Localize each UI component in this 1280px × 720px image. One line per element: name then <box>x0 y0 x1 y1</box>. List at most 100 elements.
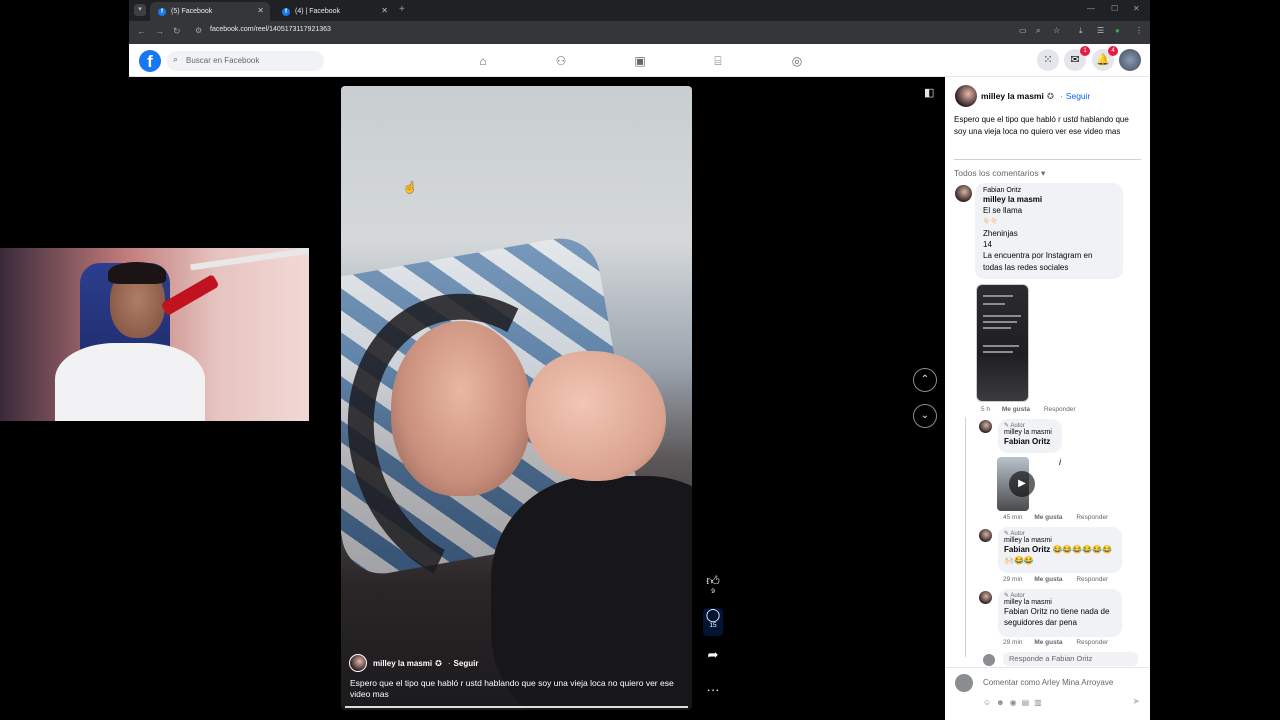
comment-input[interactable]: Comentar como Arley Mina Arroyave <box>983 678 1113 687</box>
reply-video-thumbnail[interactable]: ▶ <box>997 457 1035 511</box>
sticker-icon[interactable]: ▥ <box>1034 698 1047 707</box>
close-tab-icon[interactable]: ✕ <box>257 6 264 15</box>
emoji-icon[interactable]: ☻ <box>996 698 1009 707</box>
reply-text-2: 🙌🏻😂😂 <box>1004 556 1034 566</box>
reply-reply-link[interactable]: Responder <box>1076 576 1108 583</box>
reel-follow-link[interactable]: Seguir <box>454 659 479 668</box>
marketplace-icon[interactable]: ⌸ <box>710 53 726 69</box>
more-options-button[interactable]: ··· <box>703 683 723 697</box>
reply-text: Fabian Oritz 😂😂😂😂😂😂 <box>1004 545 1113 554</box>
author-tag: ✎ Autor <box>1004 423 1025 429</box>
comment-meta: 5 h Me gusta Responder <box>981 406 1076 413</box>
back-icon[interactable]: ← <box>137 26 146 36</box>
reply-like-link[interactable]: Me gusta <box>1034 576 1062 583</box>
video-hand <box>526 351 666 481</box>
tab-facebook-2[interactable]: f (4) | Facebook ✕ <box>274 2 394 21</box>
commenter-avatar[interactable] <box>979 420 992 433</box>
camera-icon[interactable]: ◉ <box>1010 698 1022 707</box>
comment-author[interactable]: Fabian Oritz <box>983 187 1115 194</box>
reply-author[interactable]: milley la masmi <box>1004 599 1116 606</box>
commenter-avatar[interactable] <box>955 185 972 202</box>
panel-author[interactable]: milley la masmi ✪ · Seguir <box>955 85 1090 107</box>
new-tab-icon[interactable]: + <box>399 4 405 15</box>
reply-input[interactable]: Responde a Fabian Oritz <box>1003 652 1138 666</box>
reel-author-name[interactable]: milley la masmi <box>373 659 432 668</box>
account-avatar[interactable] <box>1119 49 1141 71</box>
reply-meta: 29 min Me gusta Responder <box>1003 576 1108 583</box>
download-icon[interactable]: ⤓ <box>1079 26 1083 36</box>
close-window-icon[interactable]: ✕ <box>1133 4 1140 13</box>
reel-caption: Espero que el tipo que habló r ustd habl… <box>350 678 674 699</box>
comment-mention[interactable]: milley la masmi <box>983 194 1115 205</box>
cast-icon[interactable]: ▭ <box>1019 26 1027 35</box>
tab-facebook-active[interactable]: f (5) Facebook ✕ <box>150 2 270 21</box>
maximize-icon[interactable]: ☐ <box>1111 4 1118 13</box>
reel-author-avatar[interactable] <box>349 654 367 672</box>
groups-icon[interactable]: ◎ <box>789 53 805 69</box>
caret-down-icon: ▾ <box>1040 168 1046 178</box>
url-field[interactable]: facebook.com/reel/1405173117921363 <box>210 26 331 33</box>
reply-author[interactable]: milley la masmi <box>1004 537 1116 544</box>
profile-icon[interactable]: ● <box>1115 26 1120 35</box>
search-input[interactable]: ⌕ Buscar en Facebook <box>167 51 324 71</box>
friends-icon[interactable]: ⚇ <box>553 53 569 69</box>
gif-icon[interactable]: ▤ <box>1022 698 1035 707</box>
reply-mention[interactable]: Fabian Oritz <box>1004 436 1056 447</box>
panel-author-avatar[interactable] <box>955 85 977 107</box>
reel-author[interactable]: milley la masmi ✪ · Seguir <box>349 654 679 672</box>
previous-reel-button[interactable]: ⌃ <box>913 368 937 392</box>
all-comments-label: Todos los comentarios <box>954 168 1039 178</box>
verified-icon: ✪ <box>1046 90 1054 101</box>
close-tab-icon[interactable]: ✕ <box>381 6 388 15</box>
video-progress-bar[interactable] <box>345 706 688 708</box>
reply-reply-link[interactable]: Responder <box>1076 639 1108 646</box>
site-info-icon[interactable]: ⚙ <box>195 26 202 35</box>
panel-follow-link[interactable]: Seguir <box>1066 91 1091 101</box>
tab-search-icon[interactable]: ▾ <box>134 4 146 16</box>
reel-video[interactable]: ☝ milley la masmi ✪ · Seguir Espero que … <box>341 86 692 710</box>
reply-time: 45 min <box>1003 514 1023 521</box>
info-icon[interactable]: i <box>1059 457 1061 467</box>
comment-line: La encuentra por Instagram en <box>983 251 1093 261</box>
play-icon[interactable]: ▶ <box>1009 471 1035 497</box>
reply-text-2: seguidores dar pena <box>1004 618 1077 628</box>
panel-author-name[interactable]: milley la masmi <box>981 91 1044 101</box>
facebook-logo[interactable]: f <box>139 50 161 72</box>
menu-dots-icon[interactable]: ⋮ <box>1135 26 1143 35</box>
notifications-bell-icon[interactable]: 🔔 4 <box>1092 46 1118 71</box>
extensions-icon[interactable]: ☰ <box>1097 26 1104 35</box>
commenter-avatar[interactable] <box>979 591 992 604</box>
share-button[interactable]: ➦ <box>703 648 723 662</box>
tab-bar: ▾ f (5) Facebook ✕ f (4) | Facebook ✕ + … <box>129 0 1150 21</box>
comment-line: Zheninjas <box>983 228 1018 238</box>
send-icon[interactable]: ➤ <box>1132 696 1140 707</box>
zoom-icon[interactable]: ⌕ <box>1036 26 1040 36</box>
bookmark-star-icon[interactable]: ☆ <box>1053 26 1060 35</box>
all-comments-dropdown[interactable]: Todos los comentarios ▾ <box>954 168 1045 179</box>
commenter-avatar[interactable] <box>979 529 992 542</box>
next-reel-button[interactable]: ⌄ <box>913 404 937 428</box>
home-icon[interactable]: ⌂ <box>475 53 491 69</box>
menu-grid-icon[interactable]: ⁙ <box>1037 49 1059 71</box>
comment-reply-link[interactable]: Responder <box>1044 406 1076 413</box>
facebook-favicon-icon: f <box>282 7 290 16</box>
video-icon[interactable]: ▣ <box>632 53 648 69</box>
reply-like-link[interactable]: Me gusta <box>1034 514 1062 521</box>
comment-like-link[interactable]: Me gusta <box>1002 406 1030 413</box>
collapse-panel-icon[interactable]: ◧ <box>924 86 934 99</box>
streamer-shirt <box>55 343 205 421</box>
reply-author[interactable]: milley la masmi <box>1004 429 1056 436</box>
avatar-sticker-icon[interactable]: ☺ <box>983 698 996 707</box>
like-button[interactable]: 👍︎ 9 <box>703 574 723 596</box>
author-tag: ✎ Autor <box>1004 531 1025 537</box>
minimize-icon[interactable]: — <box>1087 4 1095 13</box>
messenger-icon[interactable]: ✉ 1 <box>1064 46 1090 71</box>
current-user-avatar <box>955 674 973 692</box>
reload-icon[interactable]: ↻ <box>173 26 181 37</box>
forward-icon[interactable]: → <box>155 26 164 36</box>
tab-label: (4) | Facebook <box>295 8 341 15</box>
reply-reply-link[interactable]: Responder <box>1076 514 1108 521</box>
reply-like-link[interactable]: Me gusta <box>1034 639 1062 646</box>
comment-button[interactable]: ◯ 15 <box>703 608 723 636</box>
comment-screenshot-image[interactable] <box>976 284 1029 402</box>
